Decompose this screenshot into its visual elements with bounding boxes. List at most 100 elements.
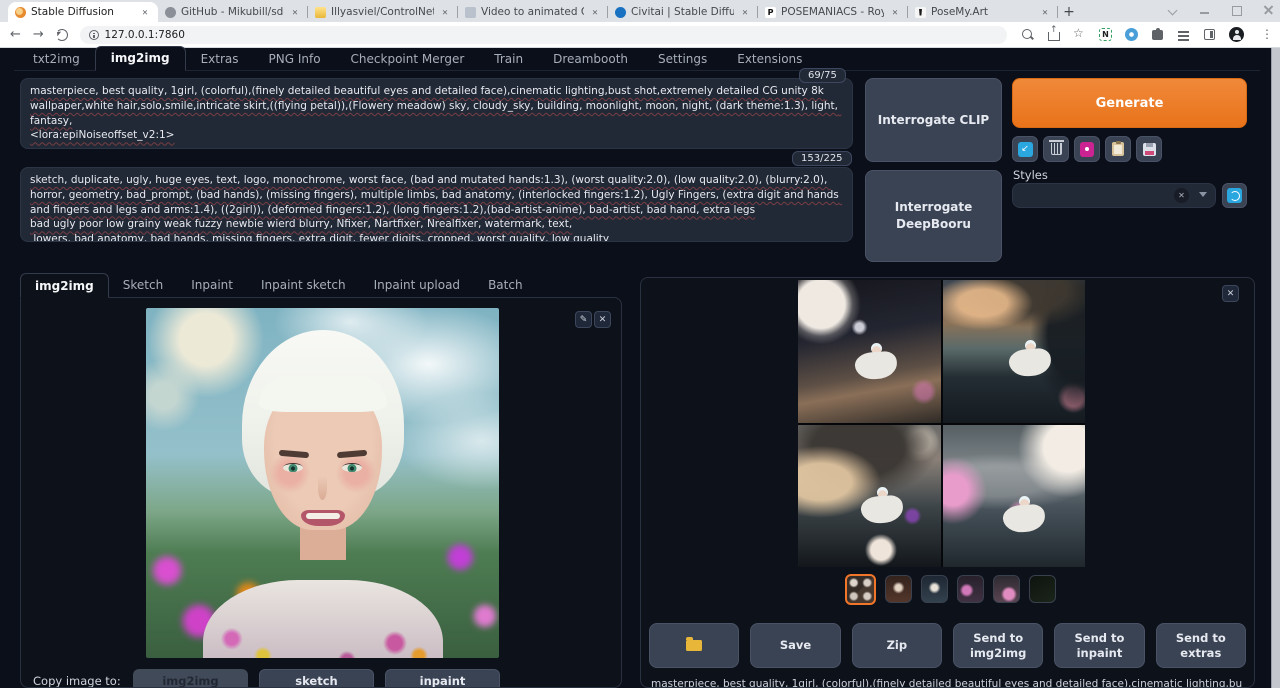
generate-button[interactable]: Generate xyxy=(1012,78,1247,128)
zoom-icon[interactable] xyxy=(1021,28,1034,41)
generated-image-3[interactable] xyxy=(798,425,941,568)
reload-icon[interactable] xyxy=(56,29,68,41)
notion-extension-icon[interactable]: N xyxy=(1099,28,1112,41)
zip-button[interactable]: Zip xyxy=(852,623,942,668)
reading-list-icon[interactable] xyxy=(1177,28,1190,41)
figure xyxy=(1000,340,1060,390)
extra-networks-card-icon xyxy=(1080,142,1094,157)
toolbar-icons: N xyxy=(1021,27,1270,42)
browser-menu-icon[interactable] xyxy=(1257,28,1270,41)
interrogate-deepbooru-button[interactable]: Interrogate DeepBooru xyxy=(865,170,1002,262)
tab-close-icon[interactable] xyxy=(1039,6,1051,18)
generated-image-2[interactable] xyxy=(943,280,1086,423)
address-bar[interactable]: 127.0.0.1:7860 xyxy=(80,26,1007,44)
github-favicon xyxy=(165,7,176,18)
generated-image-1[interactable] xyxy=(798,280,941,423)
output-gallery-panel: Save Zip Send to img2img Send to inpaint… xyxy=(640,277,1255,688)
profile-avatar[interactable] xyxy=(1229,27,1244,42)
clear-styles-icon[interactable] xyxy=(1174,188,1189,203)
tab-txt2img[interactable]: txt2img xyxy=(18,48,95,71)
browser-tab-github[interactable]: GitHub - Mikubill/sd-webui-con xyxy=(158,2,308,22)
save-style-button[interactable] xyxy=(1136,136,1162,162)
tab-img2img-mode[interactable]: img2img xyxy=(20,273,109,298)
tab-train[interactable]: Train xyxy=(479,48,538,71)
tab-inpaint-upload[interactable]: Inpaint upload xyxy=(360,273,474,298)
window-close-icon[interactable] xyxy=(1264,5,1274,15)
send-to-extras-button[interactable]: Send to extras xyxy=(1156,623,1246,668)
send-to-inpaint-button[interactable]: Send to inpaint xyxy=(1054,623,1144,668)
tab-inpaint-sketch[interactable]: Inpaint sketch xyxy=(247,273,360,298)
tab-dreambooth[interactable]: Dreambooth xyxy=(538,48,643,71)
apply-styles-button[interactable] xyxy=(1105,136,1131,162)
generated-image-4[interactable] xyxy=(943,425,1086,568)
bookmark-star-icon[interactable] xyxy=(1073,28,1086,41)
tab-settings[interactable]: Settings xyxy=(643,48,722,71)
close-gallery-icon[interactable] xyxy=(1222,285,1239,302)
tab-close-icon[interactable] xyxy=(739,6,751,18)
url-text: 127.0.0.1:7860 xyxy=(105,29,185,41)
tab-extras[interactable]: Extras xyxy=(186,48,254,71)
forward-icon[interactable] xyxy=(33,28,44,41)
tab-search-icon[interactable] xyxy=(1168,5,1178,15)
browser-tab-civitai[interactable]: Civitai | Stable Diffusion model xyxy=(608,2,758,22)
tab-inpaint[interactable]: Inpaint xyxy=(177,273,247,298)
browser-tab-posemyart[interactable]: PoseMy.Art xyxy=(908,2,1058,22)
chevron-down-icon xyxy=(1199,192,1207,201)
site-info-icon[interactable] xyxy=(89,30,99,40)
copy-image-label: Copy image to: xyxy=(33,674,121,688)
open-folder-button[interactable] xyxy=(649,623,739,668)
scrollbar-thumb[interactable] xyxy=(1271,48,1280,688)
browser-tab-stable-diffusion[interactable]: Stable Diffusion xyxy=(8,2,158,22)
extra-networks-button[interactable] xyxy=(1074,136,1100,162)
prompt-textarea[interactable]: masterpiece, best quality, 1girl, (color… xyxy=(20,78,853,149)
tab-sketch[interactable]: Sketch xyxy=(109,273,177,298)
send-to-img2img-button[interactable]: Send to img2img xyxy=(953,623,1043,668)
gallery-thumbnail-grid[interactable] xyxy=(845,574,876,605)
window-maximize-icon[interactable] xyxy=(1232,5,1242,15)
tab-batch[interactable]: Batch xyxy=(474,273,537,298)
huggingface-favicon xyxy=(315,7,326,18)
copy-to-inpaint-button[interactable]: inpaint xyxy=(385,669,500,688)
gallery-thumbnail[interactable] xyxy=(1029,575,1056,603)
tab-checkpoint-merger[interactable]: Checkpoint Merger xyxy=(336,48,480,71)
tab-close-icon[interactable] xyxy=(439,6,451,18)
browser-tab-title: Stable Diffusion xyxy=(31,6,134,18)
save-button[interactable]: Save xyxy=(750,623,840,668)
paste-arrow-icon xyxy=(1018,142,1033,157)
tab-img2img[interactable]: img2img xyxy=(95,46,186,71)
extensions-puzzle-icon[interactable] xyxy=(1151,28,1164,41)
gallery-thumbnail[interactable] xyxy=(885,575,912,603)
gallery-thumbnails xyxy=(845,573,1056,605)
new-tab-button[interactable] xyxy=(1058,2,1080,22)
blue-extension-icon[interactable] xyxy=(1125,28,1138,41)
interrogate-clip-button[interactable]: Interrogate CLIP xyxy=(865,78,1002,162)
window-minimize-icon[interactable] xyxy=(1200,5,1210,15)
edit-image-icon[interactable] xyxy=(575,311,592,328)
browser-tab-controlnet[interactable]: Illyasviel/ControlNet at main xyxy=(308,2,458,22)
tab-png-info[interactable]: PNG Info xyxy=(254,48,336,71)
paste-params-button[interactable] xyxy=(1012,136,1038,162)
floppy-disk-icon xyxy=(1143,143,1156,156)
source-image[interactable] xyxy=(146,308,499,658)
back-icon[interactable] xyxy=(10,28,21,41)
clear-prompt-button[interactable] xyxy=(1043,136,1069,162)
remove-image-icon[interactable] xyxy=(594,311,611,328)
styles-dropdown[interactable] xyxy=(1012,183,1216,208)
browser-tab-posemaniacs[interactable]: P POSEMANIACS - Royalty free 3 xyxy=(758,2,908,22)
negative-prompt-textarea[interactable]: sketch, duplicate, ugly, huge eyes, text… xyxy=(20,167,853,242)
tab-close-icon[interactable] xyxy=(139,6,151,18)
tab-close-icon[interactable] xyxy=(589,6,601,18)
generated-image-grid[interactable] xyxy=(798,280,1085,567)
posemyart-favicon xyxy=(915,7,926,18)
browser-tab-gif-converter[interactable]: Video to animated GIF converter xyxy=(458,2,608,22)
refresh-styles-button[interactable] xyxy=(1222,183,1247,208)
gallery-thumbnail[interactable] xyxy=(921,575,948,603)
share-icon[interactable] xyxy=(1047,28,1060,41)
tab-close-icon[interactable] xyxy=(889,6,901,18)
gallery-thumbnail[interactable] xyxy=(993,575,1020,603)
gallery-thumbnail[interactable] xyxy=(957,575,984,603)
tab-close-icon[interactable] xyxy=(289,6,301,18)
portrait-nose xyxy=(318,476,327,500)
copy-to-sketch-button[interactable]: sketch xyxy=(259,669,374,688)
side-panel-icon[interactable] xyxy=(1203,28,1216,41)
